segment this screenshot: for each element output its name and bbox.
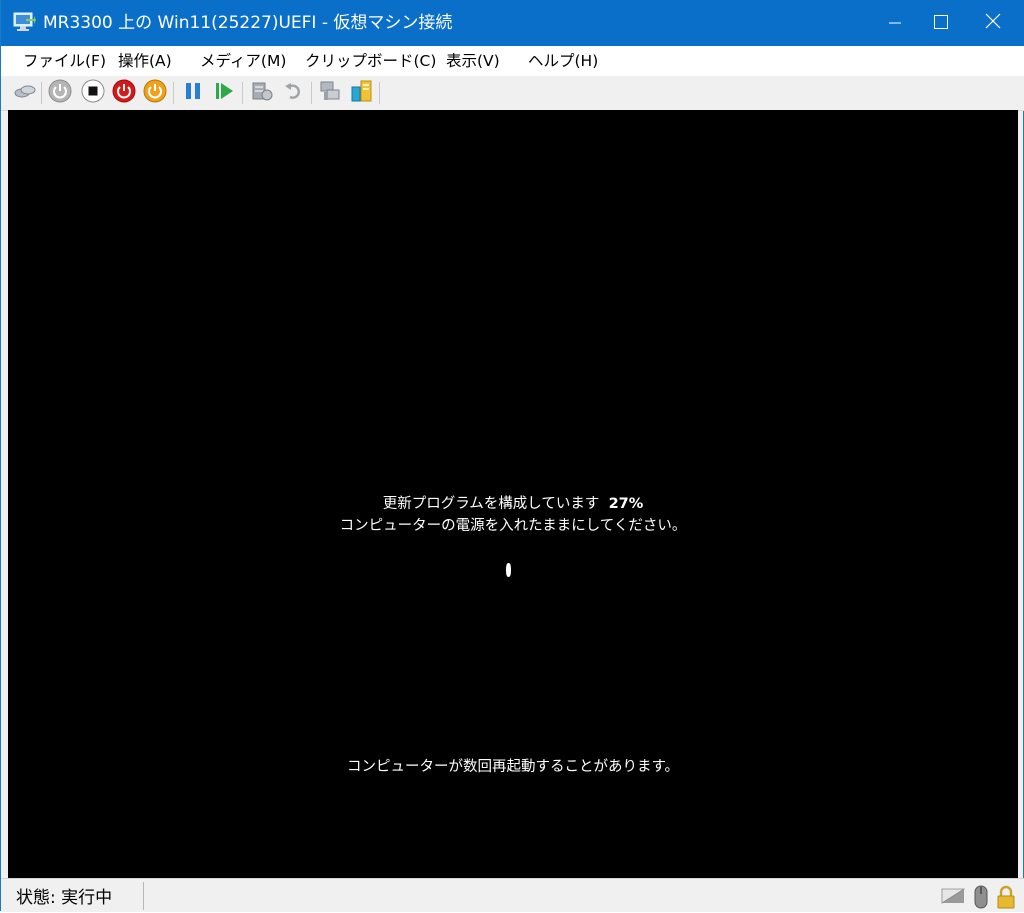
close-icon xyxy=(985,13,1001,33)
restart-notice-text: コンピューターが数回再起動することがあります。 xyxy=(346,759,680,775)
checkpoint-icon xyxy=(250,79,274,107)
pause-icon xyxy=(182,80,204,106)
update-progress-line: 更新プログラムを構成しています 27% xyxy=(8,494,1018,514)
share-icon xyxy=(350,79,374,107)
loading-spinner-icon xyxy=(505,562,512,578)
menu-view[interactable]: 表示(V) xyxy=(446,51,500,71)
minimize-button[interactable] xyxy=(872,0,918,46)
menu-file[interactable]: ファイル(F) xyxy=(23,51,106,71)
menu-action[interactable]: 操作(A) xyxy=(118,51,172,71)
status-divider xyxy=(143,882,144,910)
menu-bar: ファイル(F) 操作(A) メディア(M) クリップボード(C) 表示(V) ヘ… xyxy=(1,46,1024,76)
status-text: 状態: 実行中 xyxy=(16,888,113,908)
resume-button[interactable] xyxy=(211,80,237,106)
vm-connection-window: MR3300 上の Win11(25227)UEFI - 仮想マシン接続 ファイ… xyxy=(0,0,1024,912)
mouse-icon xyxy=(973,885,989,909)
pause-button[interactable] xyxy=(180,80,206,106)
shutdown-button[interactable] xyxy=(111,79,137,107)
enhanced-session-button[interactable] xyxy=(317,80,343,106)
toolbar xyxy=(1,76,1024,111)
status-bar: 状態: 実行中 xyxy=(1,878,1024,912)
toolbar-separator xyxy=(173,82,174,104)
toolbar-separator xyxy=(379,82,380,104)
close-button[interactable] xyxy=(967,0,1019,46)
ctrl-alt-del-button[interactable] xyxy=(12,80,38,106)
revert-icon xyxy=(283,80,305,106)
checkpoint-button[interactable] xyxy=(249,80,275,106)
save-icon xyxy=(143,79,167,107)
update-percent: 27% xyxy=(608,496,644,512)
toolbar-separator xyxy=(311,82,312,104)
minimize-icon xyxy=(889,14,901,33)
shutdown-icon xyxy=(112,79,136,107)
save-button[interactable] xyxy=(142,79,168,107)
maximize-button[interactable] xyxy=(918,0,964,46)
share-button[interactable] xyxy=(349,80,375,106)
turn-off-button[interactable] xyxy=(80,79,106,107)
window-title: MR3300 上の Win11(25227)UEFI - 仮想マシン接続 xyxy=(43,13,453,33)
title-bar[interactable]: MR3300 上の Win11(25227)UEFI - 仮想マシン接続 xyxy=(1,0,1024,46)
turn-off-icon xyxy=(81,79,105,107)
menu-clipboard[interactable]: クリップボード(C) xyxy=(305,51,436,71)
keep-power-on-text: コンピューターの電源を入れたままにしてください。 xyxy=(339,518,687,534)
menu-media[interactable]: メディア(M) xyxy=(200,51,286,71)
update-status-text: 更新プログラムを構成しています xyxy=(382,496,600,512)
vm-connect-app-icon[interactable] xyxy=(12,11,36,33)
lock-icon xyxy=(996,885,1016,909)
menu-help[interactable]: ヘルプ(H) xyxy=(528,51,598,71)
toolbar-separator xyxy=(242,82,243,104)
start-icon xyxy=(48,79,72,107)
start-button[interactable] xyxy=(47,79,73,107)
enhanced-session-icon xyxy=(318,79,342,107)
resume-icon xyxy=(213,80,235,106)
vm-display[interactable]: 更新プログラムを構成しています 27% コンピューターの電源を入れたままにしてく… xyxy=(8,110,1018,878)
revert-button[interactable] xyxy=(281,80,307,106)
keyboard-icon xyxy=(941,888,966,910)
ctrl-alt-del-icon xyxy=(13,82,37,104)
maximize-icon xyxy=(934,14,948,33)
toolbar-separator xyxy=(41,82,42,104)
